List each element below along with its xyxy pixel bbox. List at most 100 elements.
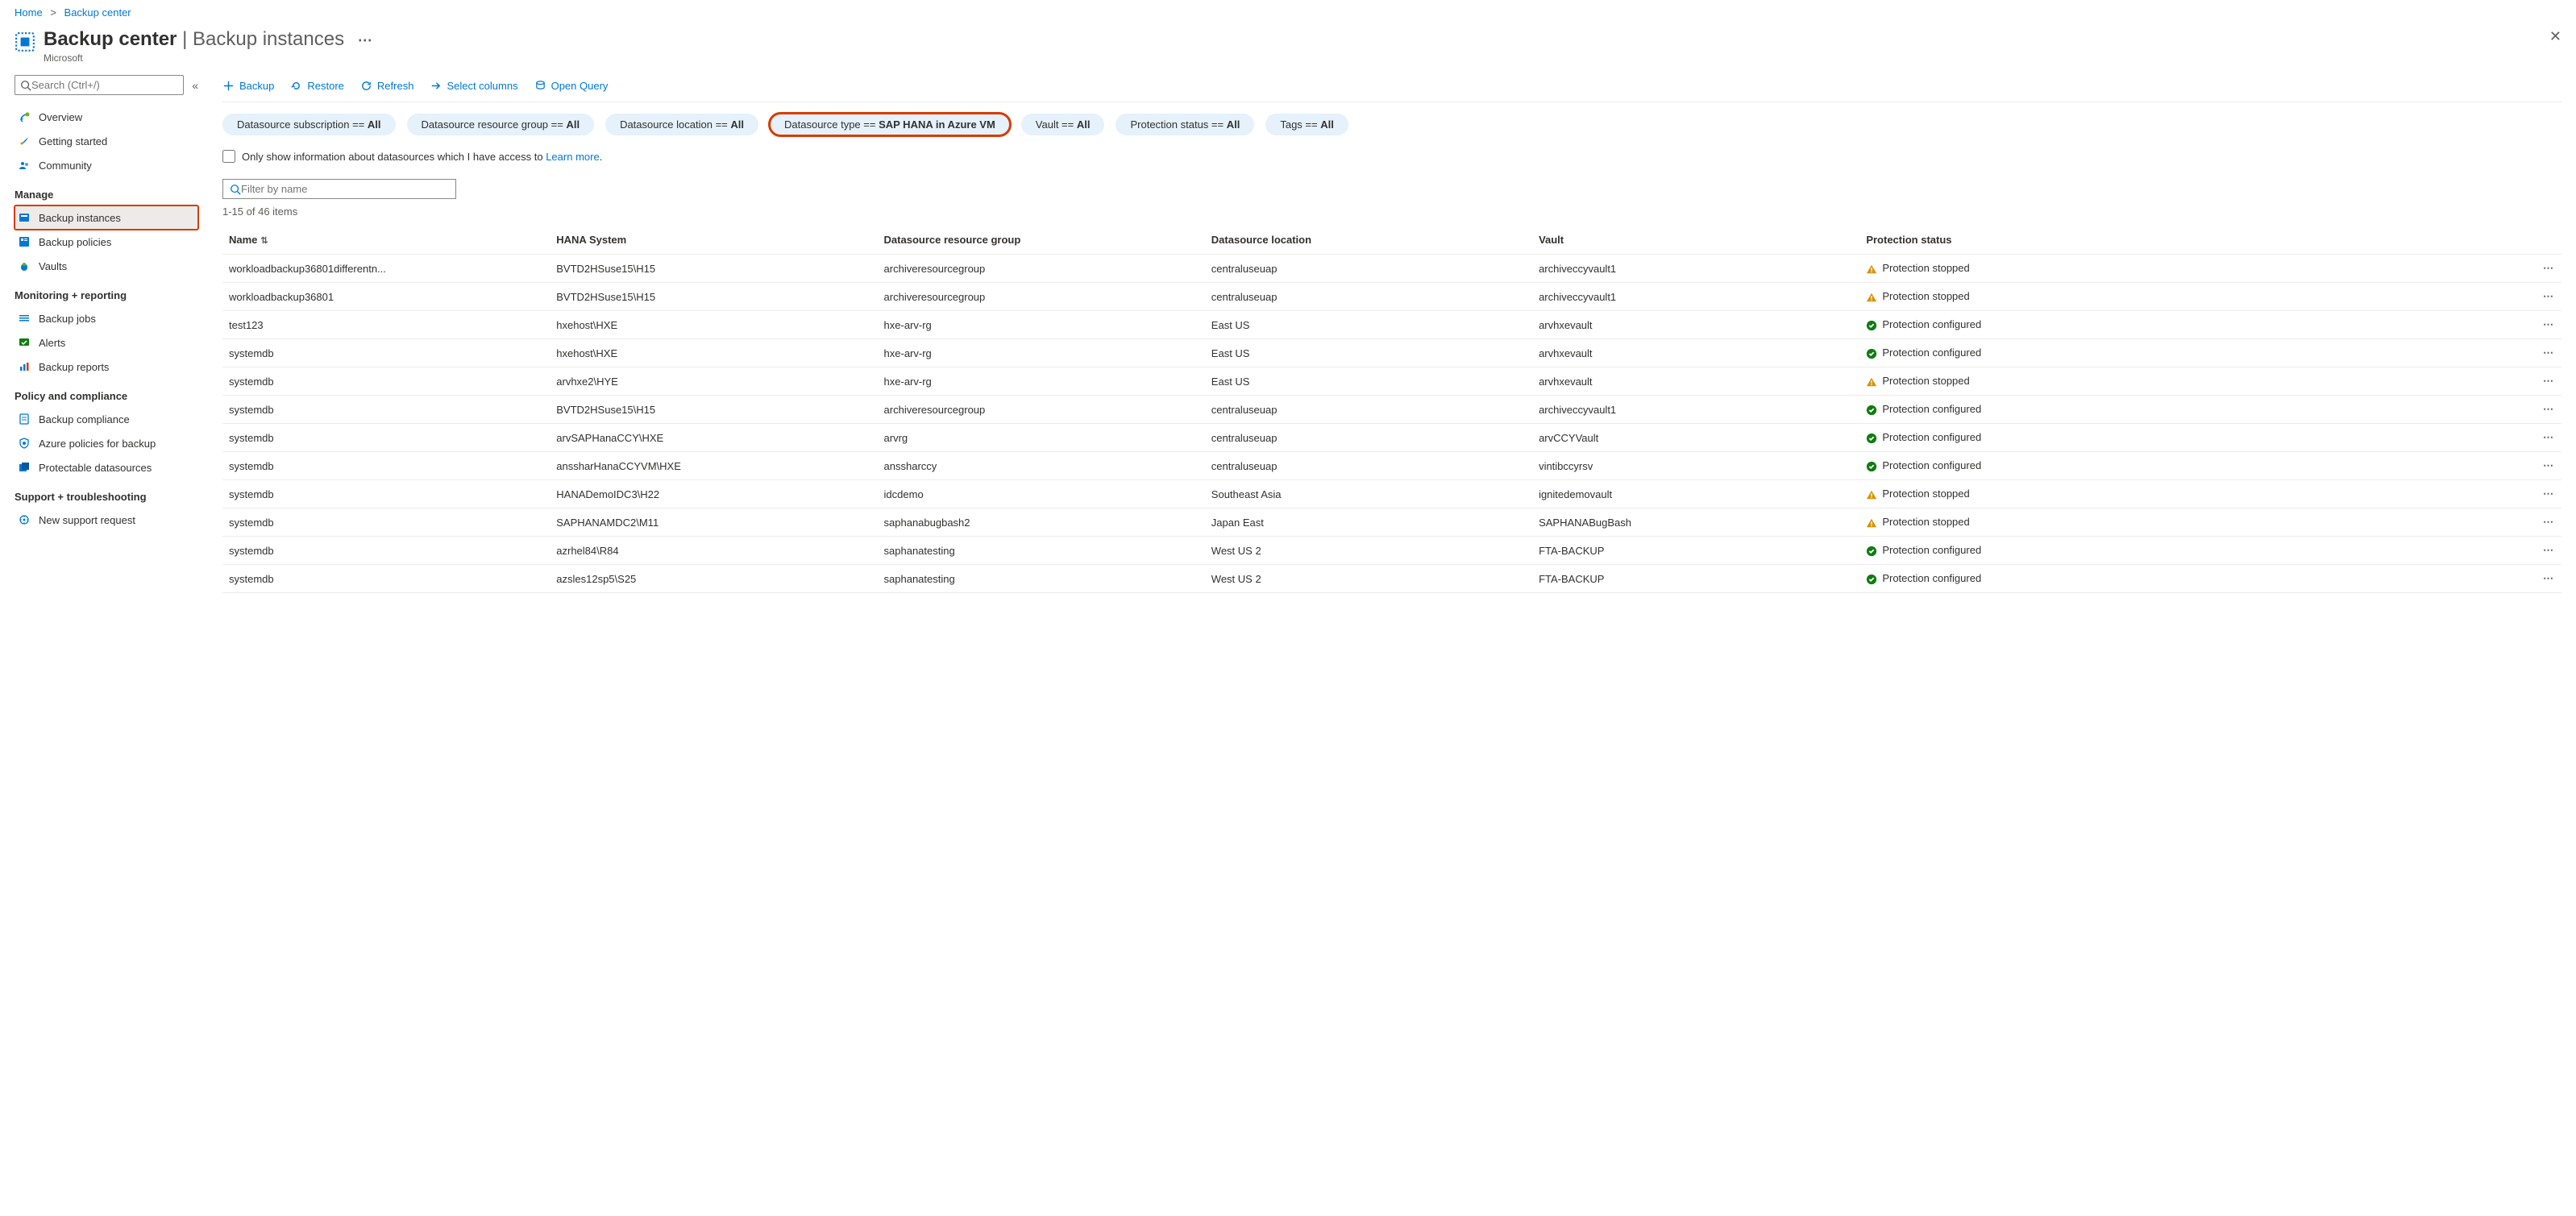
cell-rg: saphanabugbash2 [878, 508, 1205, 537]
filter-protection-status[interactable]: Protection status == All [1116, 114, 1254, 135]
sidebar-item-label: Getting started [39, 135, 107, 147]
name-filter[interactable] [222, 179, 456, 199]
row-more-icon[interactable]: ⋯ [2188, 367, 2561, 396]
filter-datasource-location[interactable]: Datasource location == All [605, 114, 758, 135]
collapse-sidebar-icon[interactable]: « [192, 79, 198, 92]
col-hana[interactable]: HANA System [550, 226, 877, 255]
cell-loc: Japan East [1205, 508, 1532, 537]
sidebar-item-getting-started[interactable]: Getting started [15, 129, 198, 153]
filter-label: Datasource subscription == [237, 118, 368, 131]
table-row[interactable]: workloadbackup36801BVTD2HSuse15\H15archi… [222, 283, 2561, 311]
search-icon [20, 80, 31, 91]
refresh-button[interactable]: Refresh [360, 80, 414, 92]
table-row[interactable]: workloadbackup36801differentn...BVTD2HSu… [222, 255, 2561, 283]
access-check-checkbox[interactable] [222, 150, 235, 163]
table-row[interactable]: systemdbhxehost\HXEhxe-arv-rgEast USarvh… [222, 339, 2561, 367]
sidebar-item-azure-policies[interactable]: Azure policies for backup [15, 431, 198, 455]
status-warn-icon [1866, 264, 1877, 275]
table-row[interactable]: systemdbarvhxe2\HYEhxe-arv-rgEast USarvh… [222, 367, 2561, 396]
table-row[interactable]: systemdbazrhel84\R84saphanatestingWest U… [222, 537, 2561, 565]
sidebar-item-backup-instances[interactable]: Backup instances [15, 205, 198, 230]
filter-vault[interactable]: Vault == All [1021, 114, 1105, 135]
cell-name: systemdb [222, 339, 550, 367]
header-more-icon[interactable]: ⋯ [358, 32, 372, 48]
status-warn-icon [1866, 292, 1877, 303]
open-query-button[interactable]: Open Query [534, 80, 609, 92]
row-more-icon[interactable]: ⋯ [2188, 396, 2561, 424]
sidebar-item-backup-reports[interactable]: Backup reports [15, 355, 198, 379]
table-row[interactable]: systemdbanssharHanaCCYVM\HXEanssharccyce… [222, 452, 2561, 480]
col-loc[interactable]: Datasource location [1205, 226, 1532, 255]
row-more-icon[interactable]: ⋯ [2188, 311, 2561, 339]
cell-status: Protection stopped [1859, 480, 2187, 508]
page-header: Backup center | Backup instances ⋯ Micro… [0, 25, 2576, 75]
filter-datasource-type[interactable]: Datasource type == SAP HANA in Azure VM [770, 114, 1010, 135]
cell-hana: BVTD2HSuse15\H15 [550, 396, 877, 424]
restore-button[interactable]: Restore [290, 80, 344, 92]
sidebar-item-label: Backup reports [39, 361, 109, 373]
row-more-icon[interactable]: ⋯ [2188, 424, 2561, 452]
sidebar-item-alerts[interactable]: Alerts [15, 330, 198, 355]
cell-status: Protection configured [1859, 311, 2187, 339]
row-more-icon[interactable]: ⋯ [2188, 508, 2561, 537]
name-filter-input[interactable] [241, 183, 449, 195]
table-row[interactable]: systemdbSAPHANAMDC2\M11saphanabugbash2Ja… [222, 508, 2561, 537]
breadcrumb-current[interactable]: Backup center [64, 6, 131, 19]
backup-jobs-icon [18, 312, 31, 325]
title-sep: | [177, 28, 193, 50]
sidebar-item-backup-compliance[interactable]: Backup compliance [15, 407, 198, 431]
sidebar-item-new-support[interactable]: New support request [15, 508, 198, 532]
backup-button[interactable]: Backup [222, 80, 274, 92]
row-more-icon[interactable]: ⋯ [2188, 283, 2561, 311]
table-row[interactable]: systemdbazsles12sp5\S25saphanatestingWes… [222, 565, 2561, 593]
sidebar-item-protectable[interactable]: Protectable datasources [15, 455, 198, 479]
sidebar-search[interactable] [15, 75, 184, 95]
row-more-icon[interactable]: ⋯ [2188, 480, 2561, 508]
cell-hana: hxehost\HXE [550, 339, 877, 367]
row-more-icon[interactable]: ⋯ [2188, 537, 2561, 565]
filter-value: All [566, 118, 580, 131]
cell-hana: arvhxe2\HYE [550, 367, 877, 396]
cell-name: systemdb [222, 424, 550, 452]
breadcrumb-home[interactable]: Home [15, 6, 43, 19]
sidebar-item-backup-jobs[interactable]: Backup jobs [15, 306, 198, 330]
col-status[interactable]: Protection status [1859, 226, 2187, 255]
sidebar-item-vaults[interactable]: Vaults [15, 254, 198, 278]
row-more-icon[interactable]: ⋯ [2188, 565, 2561, 593]
select-columns-button[interactable]: Select columns [430, 80, 517, 92]
filter-value: All [1227, 118, 1240, 131]
cell-hana: BVTD2HSuse15\H15 [550, 283, 877, 311]
col-name[interactable]: Name⇅ [222, 226, 550, 255]
filter-value: SAP HANA in Azure VM [879, 118, 995, 131]
filter-tags[interactable]: Tags == All [1265, 114, 1348, 135]
row-more-icon[interactable]: ⋯ [2188, 452, 2561, 480]
filter-row: Datasource subscription == AllDatasource… [222, 102, 2561, 135]
sidebar-search-input[interactable] [31, 79, 178, 91]
cell-name: systemdb [222, 537, 550, 565]
table-row[interactable]: systemdbarvSAPHanaCCY\HXEarvrgcentraluse… [222, 424, 2561, 452]
filter-value: All [1320, 118, 1334, 131]
sidebar-item-overview[interactable]: Overview [15, 105, 198, 129]
col-vault[interactable]: Vault [1532, 226, 1859, 255]
sidebar-item-label: Overview [39, 111, 82, 123]
cell-name: systemdb [222, 480, 550, 508]
close-icon[interactable]: ✕ [2549, 28, 2561, 45]
col-rg[interactable]: Datasource resource group [878, 226, 1205, 255]
sidebar-item-label: Azure policies for backup [39, 438, 156, 450]
access-check-text: Only show information about datasources … [242, 151, 546, 163]
open-query-label: Open Query [551, 80, 609, 92]
table-row[interactable]: test123hxehost\HXEhxe-arv-rgEast USarvhx… [222, 311, 2561, 339]
table-row[interactable]: systemdbBVTD2HSuse15\H15archiveresourceg… [222, 396, 2561, 424]
cell-vault: arvhxevault [1532, 311, 1859, 339]
row-more-icon[interactable]: ⋯ [2188, 255, 2561, 283]
filter-label: Vault == [1036, 118, 1077, 131]
sidebar-item-community[interactable]: Community [15, 153, 198, 177]
sidebar-item-backup-policies[interactable]: Backup policies [15, 230, 198, 254]
table-row[interactable]: systemdbHANADemoIDC3\H22idcdemoSoutheast… [222, 480, 2561, 508]
filter-datasource-subscription[interactable]: Datasource subscription == All [222, 114, 396, 135]
learn-more-link[interactable]: Learn more [546, 151, 599, 163]
row-more-icon[interactable]: ⋯ [2188, 339, 2561, 367]
status-ok-icon [1866, 433, 1877, 444]
filter-datasource-rg[interactable]: Datasource resource group == All [407, 114, 595, 135]
columns-label: Select columns [447, 80, 517, 92]
